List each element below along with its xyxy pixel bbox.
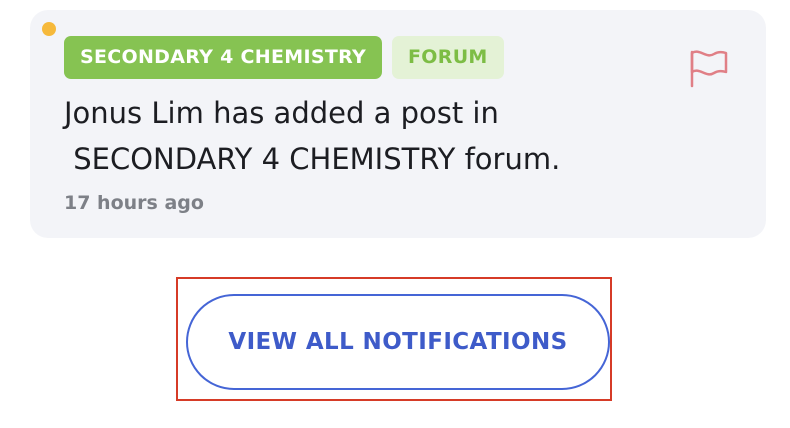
view-all-notifications-button[interactable]: VIEW ALL NOTIFICATIONS	[186, 294, 610, 390]
course-tag: SECONDARY 4 CHEMISTRY	[64, 36, 383, 79]
notification-time: 17 hours ago	[64, 192, 204, 214]
type-tag: FORUM	[392, 36, 504, 79]
unread-indicator	[42, 22, 56, 36]
notification-message: Jonus Lim has added a post in SECONDARY …	[64, 96, 561, 176]
notification-tags: SECONDARY 4 CHEMISTRY FORUM	[64, 36, 504, 79]
notification-card[interactable]: SECONDARY 4 CHEMISTRY FORUM Jonus Lim ha…	[30, 10, 766, 238]
flag-icon[interactable]	[686, 48, 730, 88]
